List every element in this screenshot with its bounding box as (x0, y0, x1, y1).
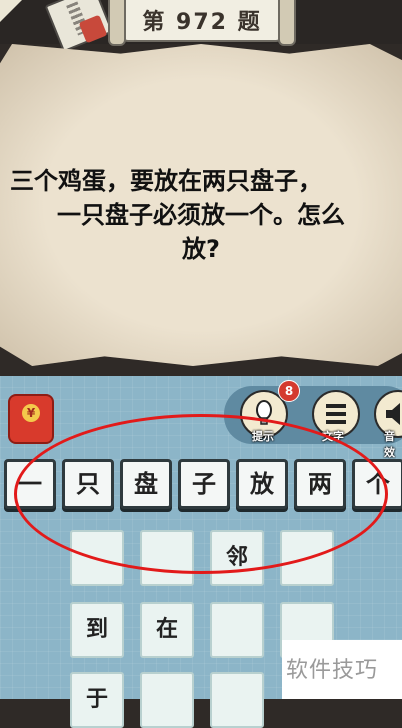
watermark-text: 软件技巧 (286, 658, 379, 683)
red-envelope-button[interactable]: ¥ (8, 394, 54, 444)
answer-cell[interactable] (210, 672, 264, 728)
question-line-2: 一只盘子必须放一个。怎么 (57, 201, 345, 229)
level-scroll: 第 972 题 (108, 0, 296, 46)
coin-icon: ¥ (22, 404, 40, 422)
question-line-3: 放? (182, 235, 220, 263)
question-text: 三个鸡蛋，要放在两只盘子， 一只盘子必须放一个。怎么 放? (0, 164, 402, 266)
question-line-1: 三个鸡蛋，要放在两只盘子， (10, 167, 322, 195)
answer-cell[interactable] (210, 602, 264, 658)
answer-cell[interactable]: 于 (70, 672, 124, 728)
sound-label: 音效 (384, 430, 395, 459)
answer-cell[interactable] (140, 672, 194, 728)
answer-cell[interactable]: 在 (140, 602, 194, 658)
annotation-ellipse (14, 414, 388, 574)
hint-count-badge: 8 (278, 380, 300, 402)
level-title: 第 972 题 (142, 10, 262, 35)
answer-cell[interactable]: 到 (70, 602, 124, 658)
